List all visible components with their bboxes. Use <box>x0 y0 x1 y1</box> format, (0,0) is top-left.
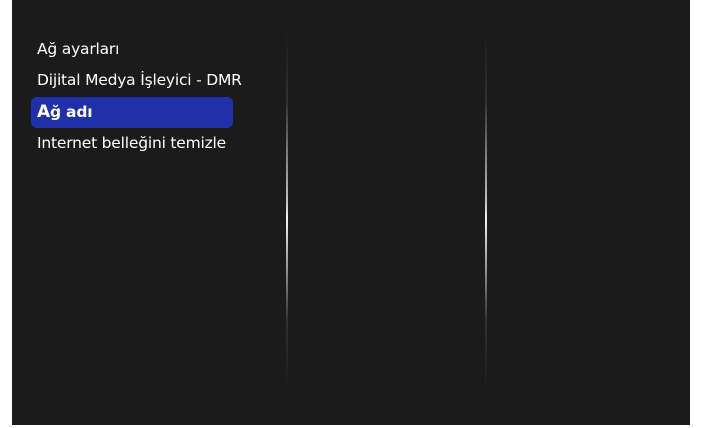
menu-item-label: Ağ ayarları <box>37 40 120 58</box>
menu-item-dmr[interactable]: Dijital Medya İşleyici - DMR <box>31 65 281 96</box>
settings-menu: Ağ ayarları Dijital Medya İşleyici - DMR… <box>31 34 281 159</box>
menu-item-label-initial: A <box>37 102 50 122</box>
column-divider-right <box>485 30 487 392</box>
menu-item-label: Dijital Medya İşleyici - DMR <box>37 71 242 89</box>
menu-item-network-name[interactable]: Ağ adı <box>31 97 233 128</box>
menu-item-network-settings[interactable]: Ağ ayarları <box>31 34 281 65</box>
osd-screen: Ağ ayarları Dijital Medya İşleyici - DMR… <box>12 0 690 425</box>
menu-item-label: ğ adı <box>49 103 93 121</box>
column-divider-left <box>286 30 288 392</box>
menu-item-clear-internet-memory[interactable]: Internet belleğini temizle <box>31 128 281 159</box>
menu-item-label: Internet belleğini temizle <box>37 134 226 152</box>
